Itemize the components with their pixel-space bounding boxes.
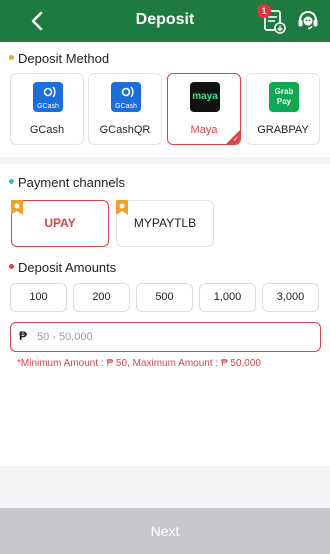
gcash-signal-icon	[43, 86, 56, 98]
gcash-logo-icon: GCash	[111, 82, 141, 112]
method-maya[interactable]: maya Maya ✓	[167, 73, 241, 145]
logo-text: GCash	[37, 103, 59, 110]
section-title: Deposit Amounts	[18, 260, 117, 275]
section-title: Payment channels	[18, 175, 125, 190]
method-label: GCashQR	[99, 124, 151, 136]
method-grabpay[interactable]: Grab Pay GRABPAY	[246, 73, 320, 145]
customer-service-icon[interactable]	[296, 8, 320, 32]
maya-logo-icon: maya	[190, 82, 220, 112]
channel-label: MYPAYTLB	[133, 216, 197, 230]
header-bar: Deposit 1	[0, 0, 330, 42]
section-dot	[9, 179, 14, 184]
channel-upay[interactable]: UPAY	[11, 200, 109, 247]
amount-input[interactable]	[37, 327, 307, 347]
amount-chip[interactable]: 200	[73, 283, 130, 312]
amount-chip[interactable]: 3,000	[262, 283, 319, 312]
channel-mypaytlb[interactable]: MYPAYTLB	[116, 200, 214, 247]
amount-field-container: ₱	[10, 322, 321, 352]
method-gcashqr[interactable]: GCash GCashQR	[88, 73, 162, 145]
hot-flag-icon	[116, 200, 128, 215]
next-button[interactable]: Next	[0, 508, 330, 554]
peso-icon: ₱	[19, 329, 28, 343]
section-title: Deposit Method	[18, 51, 110, 66]
amount-chip[interactable]: 1,000	[199, 283, 256, 312]
section-dot	[9, 264, 14, 269]
method-gcash[interactable]: GCash GCash	[10, 73, 84, 145]
hot-flag-icon	[11, 200, 23, 215]
gcash-signal-icon	[121, 86, 134, 98]
notification-badge: 1	[257, 4, 271, 18]
amount-chip[interactable]: 500	[136, 283, 193, 312]
logo-text: GCash	[115, 103, 137, 110]
amount-chip[interactable]: 100	[10, 283, 67, 312]
method-label: GRABPAY	[257, 124, 309, 136]
amount-limit-hint: *Minimum Amount : ₱ 50, Maximum Amount :…	[17, 358, 261, 369]
check-icon: ✓	[233, 136, 239, 143]
section-dot	[9, 55, 14, 60]
gcash-logo-icon: GCash	[33, 82, 63, 112]
channel-label: UPAY	[44, 216, 76, 230]
grabpay-logo-icon: Grab Pay	[269, 82, 299, 112]
method-label: GCash	[29, 124, 65, 136]
